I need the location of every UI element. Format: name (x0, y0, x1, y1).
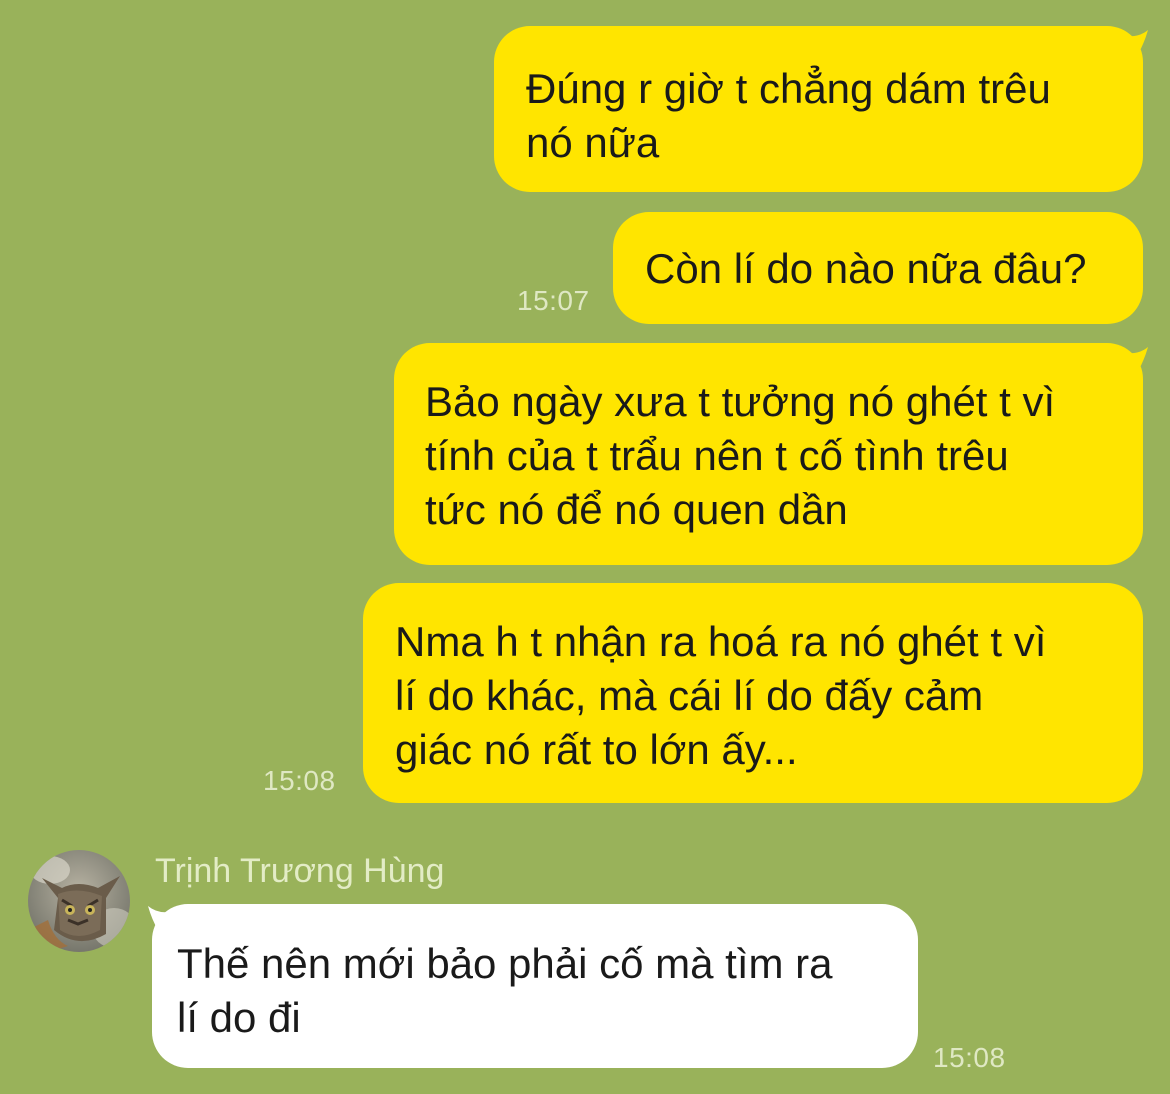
bubble-tail (1118, 347, 1148, 371)
outgoing-message-1[interactable]: Đúng r giờ t chẳng dám trêu nó nữa (494, 26, 1143, 192)
outgoing-message-2[interactable]: Còn lí do nào nữa đâu? (613, 212, 1143, 324)
outgoing-message-3[interactable]: Bảo ngày xưa t tưởng nó ghét t vì tính c… (394, 343, 1143, 565)
message-timestamp: 15:07 (517, 285, 590, 316)
sender-name: Trịnh Trương Hùng (155, 852, 445, 890)
bubble-tail (148, 906, 178, 930)
message-timestamp: 15:08 (263, 765, 336, 796)
outgoing-message-4[interactable]: Nma h t nhận ra hoá ra nó ghét t vì lí d… (363, 583, 1143, 803)
incoming-message-1[interactable]: Thế nên mới bảo phải cố mà tìm ra lí do … (152, 904, 918, 1068)
bubble-tail (1118, 30, 1148, 54)
message-timestamp: 15:08 (933, 1042, 1006, 1073)
cat-avatar-icon[interactable] (28, 850, 130, 952)
